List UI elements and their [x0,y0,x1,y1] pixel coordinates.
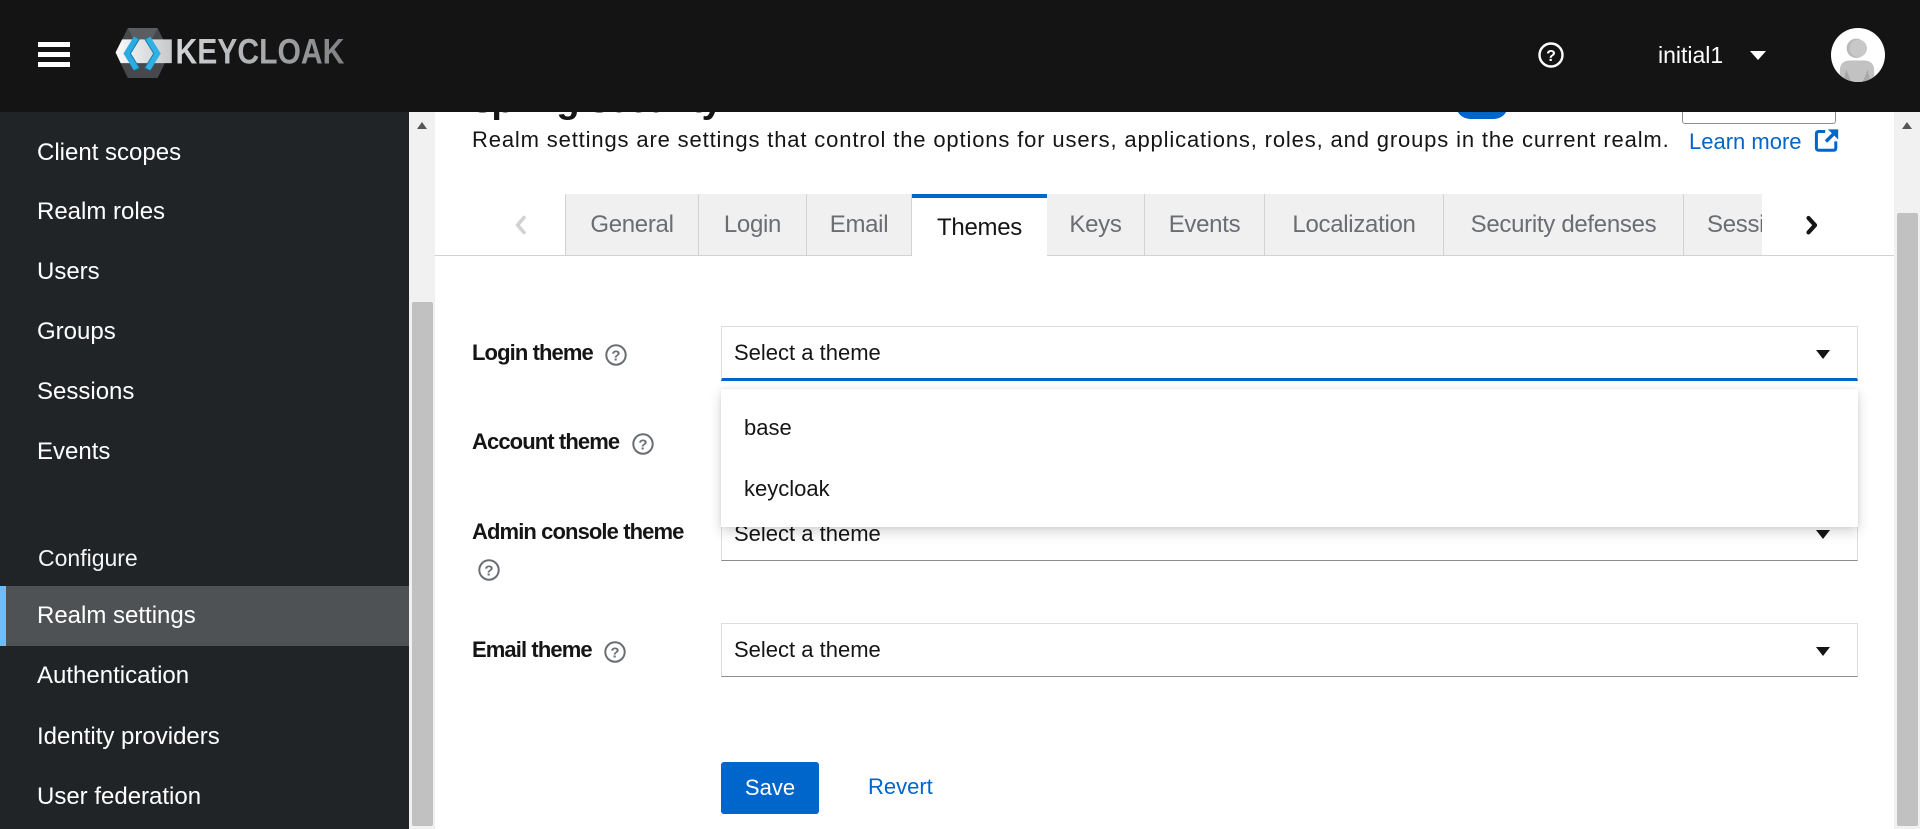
svg-text:KEYCLOAK: KEYCLOAK [176,32,345,72]
svg-text:?: ? [484,563,493,580]
svg-text:?: ? [611,348,620,365]
svg-text:?: ? [638,437,647,454]
svg-text:?: ? [610,645,619,662]
svg-text:?: ? [1546,48,1556,65]
